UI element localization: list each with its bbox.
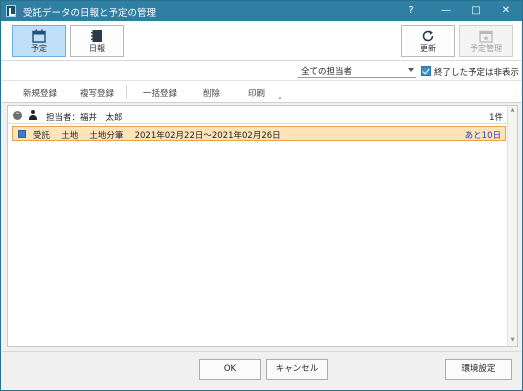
hide-finished-label[interactable]: 終了した予定は非表示 — [434, 66, 519, 78]
help-button[interactable]: ? — [398, 1, 424, 21]
daily-report-button-label: 日報 — [89, 44, 105, 53]
scroll-down-icon[interactable]: ▼ — [509, 337, 516, 345]
schedule-button-label: 予定 — [31, 44, 47, 53]
assignee-select[interactable]: 全ての担当者 — [298, 64, 416, 78]
bulk-entry-button[interactable]: 一括登録 — [143, 87, 177, 99]
more-options-icon[interactable]: ⌄ — [277, 93, 283, 101]
schedule-manage-button[interactable]: 予定管理 — [459, 25, 513, 57]
minimize-button[interactable]: — — [433, 1, 459, 21]
cancel-button[interactable]: キャンセル — [266, 359, 328, 380]
refresh-button-label: 更新 — [420, 44, 436, 53]
print-button[interactable]: 印刷 — [248, 87, 265, 99]
schedule-button[interactable]: 予定 — [12, 25, 66, 57]
calendar-star-icon — [479, 30, 493, 43]
maximize-button[interactable]: □ — [463, 1, 489, 21]
assignee-group-header[interactable]: ⌃ 担当者：福井 太郎 1件 — [8, 108, 507, 124]
ok-button[interactable]: OK — [199, 359, 261, 380]
ribbon: 予定 日報 更新 予定管理 — [2, 21, 521, 61]
vertical-scrollbar[interactable]: ▲ ▼ — [507, 106, 517, 346]
assignee-select-value: 全ての担当者 — [301, 67, 353, 77]
refresh-button[interactable]: 更新 — [401, 25, 455, 57]
toolbar-divider — [126, 85, 127, 99]
scroll-up-icon[interactable]: ▲ — [509, 107, 516, 115]
daily-report-button[interactable]: 日報 — [70, 25, 124, 57]
app-icon — [6, 5, 16, 17]
schedule-entry-row[interactable]: 受託 土地 土地分筆 2021年02月22日～2021年02月26日 あと10日 — [12, 126, 506, 141]
notebook-icon — [91, 30, 102, 42]
new-entry-button[interactable]: 新規登録 — [23, 87, 57, 99]
delete-button[interactable]: 削除 — [203, 87, 220, 99]
action-toolbar: 新規登録 複写登録 一括登録 削除 印刷 ⌄ — [2, 81, 521, 103]
hide-finished-checkbox[interactable] — [421, 66, 431, 76]
settings-button[interactable]: 環境設定 — [445, 359, 512, 380]
window-title: 受託データの日報と予定の管理 — [23, 8, 157, 19]
entry-remaining-days: あと10日 — [464, 131, 501, 141]
calendar-icon — [32, 29, 46, 43]
filter-bar: 全ての担当者 終了した予定は非表示 — [2, 61, 521, 81]
close-button[interactable]: ✕ — [493, 1, 519, 21]
collapse-icon[interactable]: ⌃ — [13, 111, 22, 120]
entry-color-mark — [18, 130, 26, 138]
assignee-group-count: 1件 — [489, 113, 503, 123]
schedule-manage-button-label: 予定管理 — [470, 44, 502, 53]
entry-details: 受託 土地 土地分筆 2021年02月22日～2021年02月26日 — [33, 131, 281, 141]
main-window: 受託データの日報と予定の管理 ? — □ ✕ 予定 日報 更新 予定管理 全ての… — [0, 0, 523, 391]
copy-entry-button[interactable]: 複写登録 — [80, 87, 114, 99]
assignee-group-label: 担当者：福井 太郎 — [46, 113, 123, 123]
chevron-down-icon — [408, 68, 414, 72]
title-bar: 受託データの日報と予定の管理 ? — □ ✕ — [1, 1, 522, 21]
dialog-footer: OK キャンセル 環境設定 — [2, 351, 521, 390]
schedule-list: ⌃ 担当者：福井 太郎 1件 受託 土地 土地分筆 2021年02月22日～20… — [7, 105, 518, 347]
refresh-icon — [422, 30, 434, 42]
person-icon — [28, 110, 38, 121]
